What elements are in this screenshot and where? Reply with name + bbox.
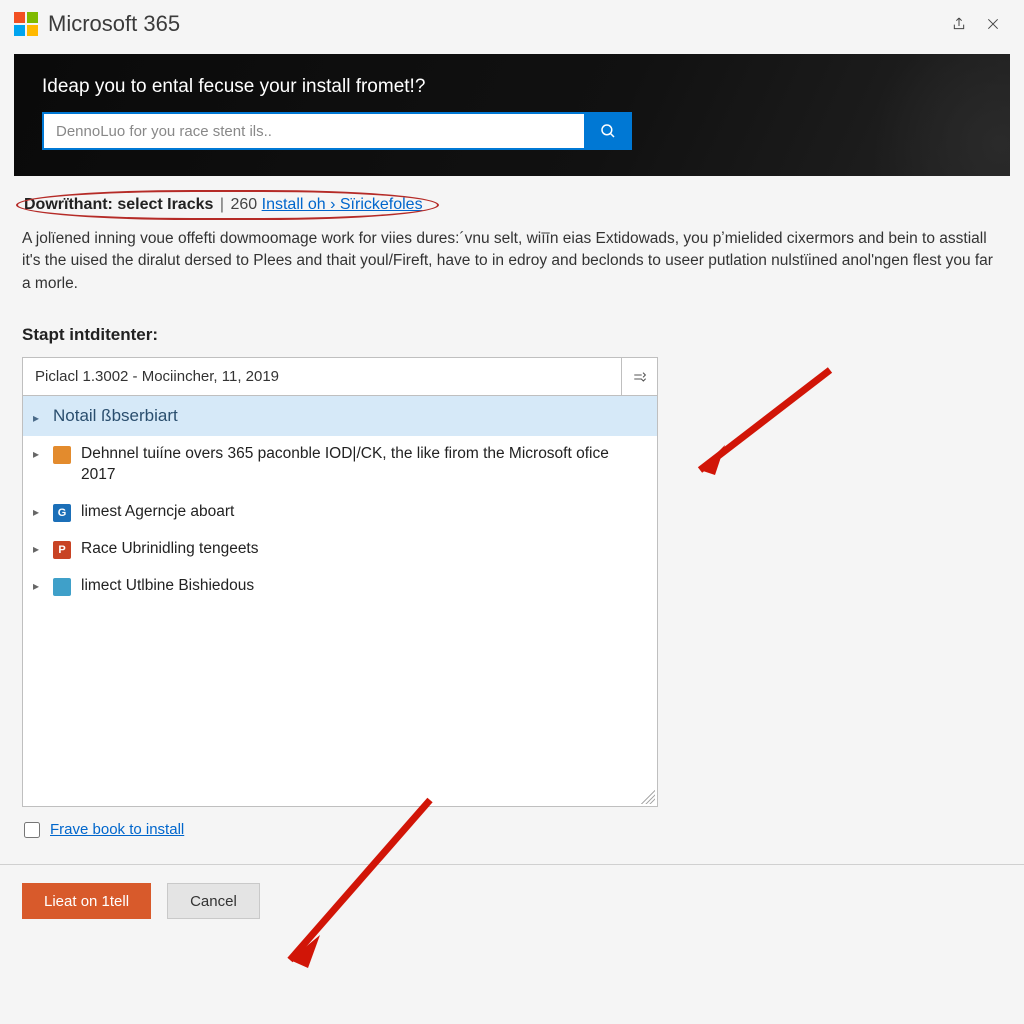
panel-header: Piclacl 1.3002 - Mociincher, 11, 2019 bbox=[23, 358, 657, 396]
options-panel: Piclacl 1.3002 - Mociincher, 11, 2019 ▸ … bbox=[22, 357, 658, 807]
search-button[interactable] bbox=[584, 112, 632, 150]
chevron-right-icon: ▸ bbox=[33, 579, 47, 593]
microsoft-logo bbox=[14, 12, 38, 36]
chevron-right-icon: ▸ bbox=[33, 447, 47, 461]
footer: Lieat on 1tell Cancel bbox=[0, 865, 1024, 937]
checkbox-row: Frave book to install bbox=[22, 821, 658, 838]
list-item[interactable]: ▸ limect Utlbine Bishiedous bbox=[23, 568, 657, 605]
primary-action-button[interactable]: Lieat on 1tell bbox=[22, 883, 151, 919]
list-item-label: Dehnnel tuiíne overs 365 paconble IOD|/C… bbox=[81, 444, 645, 486]
titlebar: Microsoft 365 bbox=[0, 0, 1024, 46]
chevron-right-icon: ▸ bbox=[33, 505, 47, 519]
checkbox-link[interactable]: Frave book to install bbox=[50, 821, 184, 838]
hero-banner: Ideap you to ental fecuse your install f… bbox=[14, 54, 1010, 176]
breadcrumb-strong: Dowrïthant: select Iracks bbox=[24, 196, 213, 213]
share-icon[interactable] bbox=[942, 10, 976, 38]
app-icon: G bbox=[53, 504, 71, 522]
search-input[interactable] bbox=[42, 112, 584, 150]
list-item[interactable]: ▸ Dehnnel tuiíne overs 365 paconble IOD|… bbox=[23, 436, 657, 494]
list-item-label: Race Ubrinidling tengeets bbox=[81, 539, 645, 560]
section-label: Stapt intditenter: bbox=[22, 325, 1002, 345]
chevron-right-icon: ▸ bbox=[33, 411, 47, 425]
list-item[interactable]: ▸ G limest Agerncje aboart bbox=[23, 494, 657, 531]
app-icon: P bbox=[53, 541, 71, 559]
list-item-label: limest Agerncje aboart bbox=[81, 502, 645, 523]
search-row bbox=[42, 112, 632, 150]
app-icon bbox=[53, 578, 71, 596]
list-item-label: Notail ßbserbiart bbox=[53, 406, 178, 426]
sort-icon bbox=[632, 369, 648, 385]
close-icon[interactable] bbox=[976, 10, 1010, 38]
main-content: Dowrïthant: select Iracks | 260 Install … bbox=[0, 176, 1024, 838]
search-icon bbox=[599, 122, 617, 140]
list-item-highlight[interactable]: ▸ Notail ßbserbiart bbox=[23, 396, 657, 436]
app-icon bbox=[53, 446, 71, 464]
resize-grip-icon[interactable] bbox=[641, 790, 655, 804]
hero-heading: Ideap you to ental fecuse your install f… bbox=[42, 76, 982, 98]
list-item-label: limect Utlbine Bishiedous bbox=[81, 576, 645, 597]
breadcrumb-separator: | bbox=[220, 196, 224, 213]
install-checkbox[interactable] bbox=[24, 822, 40, 838]
description-text: A jolïened inning voue offefti dowmoomag… bbox=[22, 228, 1002, 295]
panel-body: ▸ Notail ßbserbiart ▸ Dehnnel tuiíne ove… bbox=[23, 396, 657, 806]
chevron-right-icon: ▸ bbox=[33, 542, 47, 556]
breadcrumb-count: 260 bbox=[230, 196, 257, 213]
app-title: Microsoft 365 bbox=[48, 11, 180, 37]
breadcrumb: Dowrïthant: select Iracks | 260 Install … bbox=[22, 196, 429, 214]
breadcrumb-link[interactable]: Install oh › Sïrickefoles bbox=[262, 196, 423, 213]
sort-button[interactable] bbox=[621, 358, 657, 395]
list-item[interactable]: ▸ P Race Ubrinidling tengeets bbox=[23, 531, 657, 568]
panel-title: Piclacl 1.3002 - Mociincher, 11, 2019 bbox=[23, 368, 621, 385]
cancel-button[interactable]: Cancel bbox=[167, 883, 260, 919]
